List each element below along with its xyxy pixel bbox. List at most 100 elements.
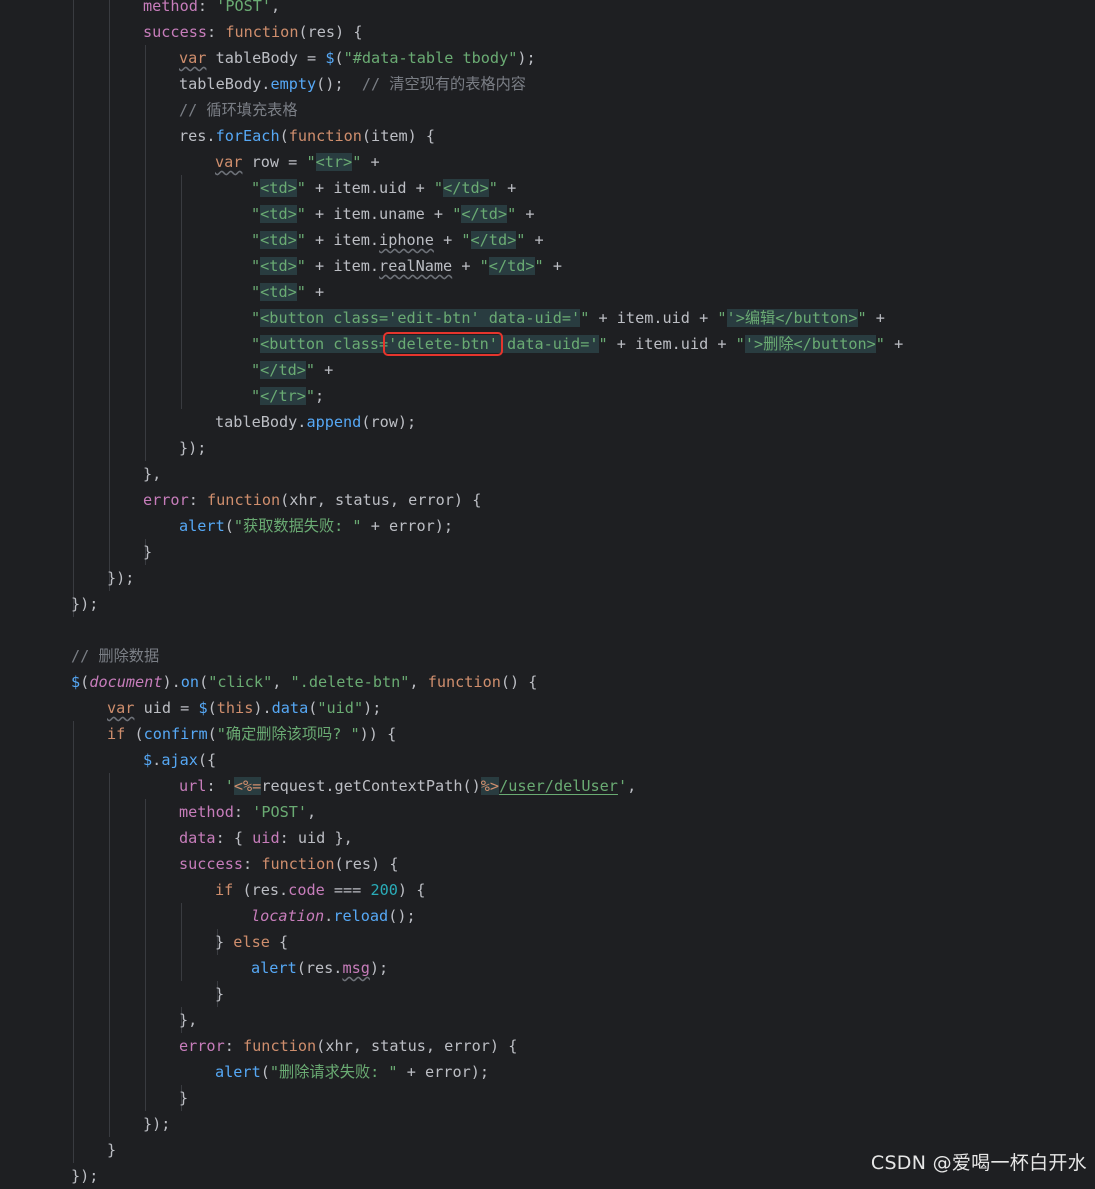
code-line: var uid = $(this).data("uid"); [107, 695, 381, 721]
code-line: "<button class='edit-btn' data-uid='" + … [251, 305, 885, 331]
code-token: data [179, 829, 216, 847]
code-token: (res) { [334, 855, 399, 873]
code-token: " [580, 309, 590, 327]
code-token: "click" [208, 673, 273, 691]
code-token: ); [517, 49, 536, 67]
code-token: document [89, 673, 163, 691]
code-token: + item. [305, 231, 380, 249]
code-token: function [427, 673, 501, 691]
code-token: tableBody. [179, 75, 271, 93]
code-token: (item) { [361, 127, 436, 145]
code-token: , [272, 673, 291, 691]
code-token: " [857, 309, 867, 327]
code-token: (xhr, status, error) { [280, 491, 482, 509]
code-line: alert("获取数据失败: " + error); [179, 513, 453, 539]
code-token: " [251, 205, 261, 223]
code-token: : [206, 777, 225, 795]
code-line: }); [179, 435, 206, 461]
code-line: alert(res.msg); [251, 955, 388, 981]
code-token: } [215, 933, 234, 951]
code-token: + [497, 179, 517, 197]
code-token: code [288, 881, 325, 899]
code-token: 200 [370, 881, 398, 899]
code-line: }, [143, 461, 161, 487]
code-line: success: function(res) { [179, 851, 398, 877]
code-token: "确定删除该项吗? " [216, 725, 360, 743]
code-token: " [296, 257, 306, 275]
code-token: success [143, 23, 208, 41]
code-token: ({ [197, 751, 217, 769]
code-token: ' [617, 777, 628, 795]
code-token: (res) { [298, 23, 363, 41]
code-token: 'POST' [216, 0, 272, 15]
code-token: location [251, 907, 325, 925]
code-line: } else { [215, 929, 288, 955]
code-line: // 循环填充表格 [179, 97, 298, 123]
code-token: var [215, 153, 243, 171]
code-token: + item.uid + [589, 309, 718, 327]
indent-guide [73, 0, 74, 617]
code-token: request.getContextPath() [261, 777, 481, 795]
code-token: function [288, 127, 362, 145]
code-token: ). [253, 699, 272, 717]
code-token: " [534, 257, 544, 275]
code-line: error: function(xhr, status, error) { [179, 1033, 517, 1059]
code-token: 'edit-btn' [388, 309, 480, 327]
code-token: function [207, 491, 281, 509]
indent-guide [181, 175, 182, 409]
code-token: " [296, 179, 306, 197]
code-token: "uid" [317, 699, 364, 717]
code-token: (res. [296, 959, 343, 977]
code-token: }); [143, 1115, 171, 1133]
code-token: realName [379, 257, 453, 275]
indent-guide [109, 0, 110, 591]
indent-guide [145, 799, 146, 1111]
code-token: msg [342, 959, 370, 977]
code-token: ( [80, 673, 90, 691]
code-line: tableBody.empty(); // 清空现有的表格内容 [179, 71, 526, 97]
code-line: "<button class='delete-btn' data-uid='" … [251, 331, 903, 357]
highlight-box [383, 332, 503, 356]
code-line: $.ajax({ [143, 747, 216, 773]
code-token: ) { [397, 881, 426, 899]
code-line: data: { uid: uid }, [179, 825, 353, 851]
code-token: >编辑</button> [735, 309, 858, 327]
code-editor[interactable]: method: 'POST', success: function(res) {v… [0, 0, 1095, 1185]
code-token: ' [589, 335, 599, 353]
code-token: if [215, 881, 234, 899]
code-token: : [207, 23, 226, 41]
code-token: iphone [379, 231, 434, 249]
code-token: " [306, 153, 316, 171]
code-token: $ [143, 751, 153, 769]
code-line: url: '<%=request.getContextPath()%>/user… [179, 773, 636, 799]
code-token: " [251, 179, 261, 197]
code-token: " [735, 335, 745, 353]
code-token: " [461, 231, 471, 249]
code-token: <td> [260, 283, 297, 301]
code-token: uid [252, 829, 280, 847]
code-token: reload [333, 907, 389, 925]
code-token: else [233, 933, 270, 951]
code-token: // 循环填充表格 [179, 101, 298, 119]
code-token: (xhr, status, error) { [316, 1037, 518, 1055]
code-token: (); [316, 75, 362, 93]
code-line: method: 'POST', [143, 0, 280, 19]
code-token: (row); [361, 413, 417, 431]
code-token: " [717, 309, 727, 327]
code-line: } [179, 1085, 188, 1111]
code-token: error [143, 491, 189, 509]
code-token: alert [179, 517, 225, 535]
code-token: $ [71, 673, 81, 691]
code-token: : [188, 491, 208, 509]
code-token: + [305, 283, 325, 301]
code-token: } [215, 985, 225, 1003]
code-token: error [179, 1037, 225, 1055]
code-line: success: function(res) { [143, 19, 362, 45]
indent-guide [109, 773, 110, 1137]
code-token: data [271, 699, 309, 717]
code-token: "#data-table tbody" [343, 49, 518, 67]
code-token: function [261, 855, 335, 873]
code-token: <tr> [315, 153, 353, 171]
code-token: var [107, 699, 135, 717]
code-line: "</td>" + [251, 357, 333, 383]
